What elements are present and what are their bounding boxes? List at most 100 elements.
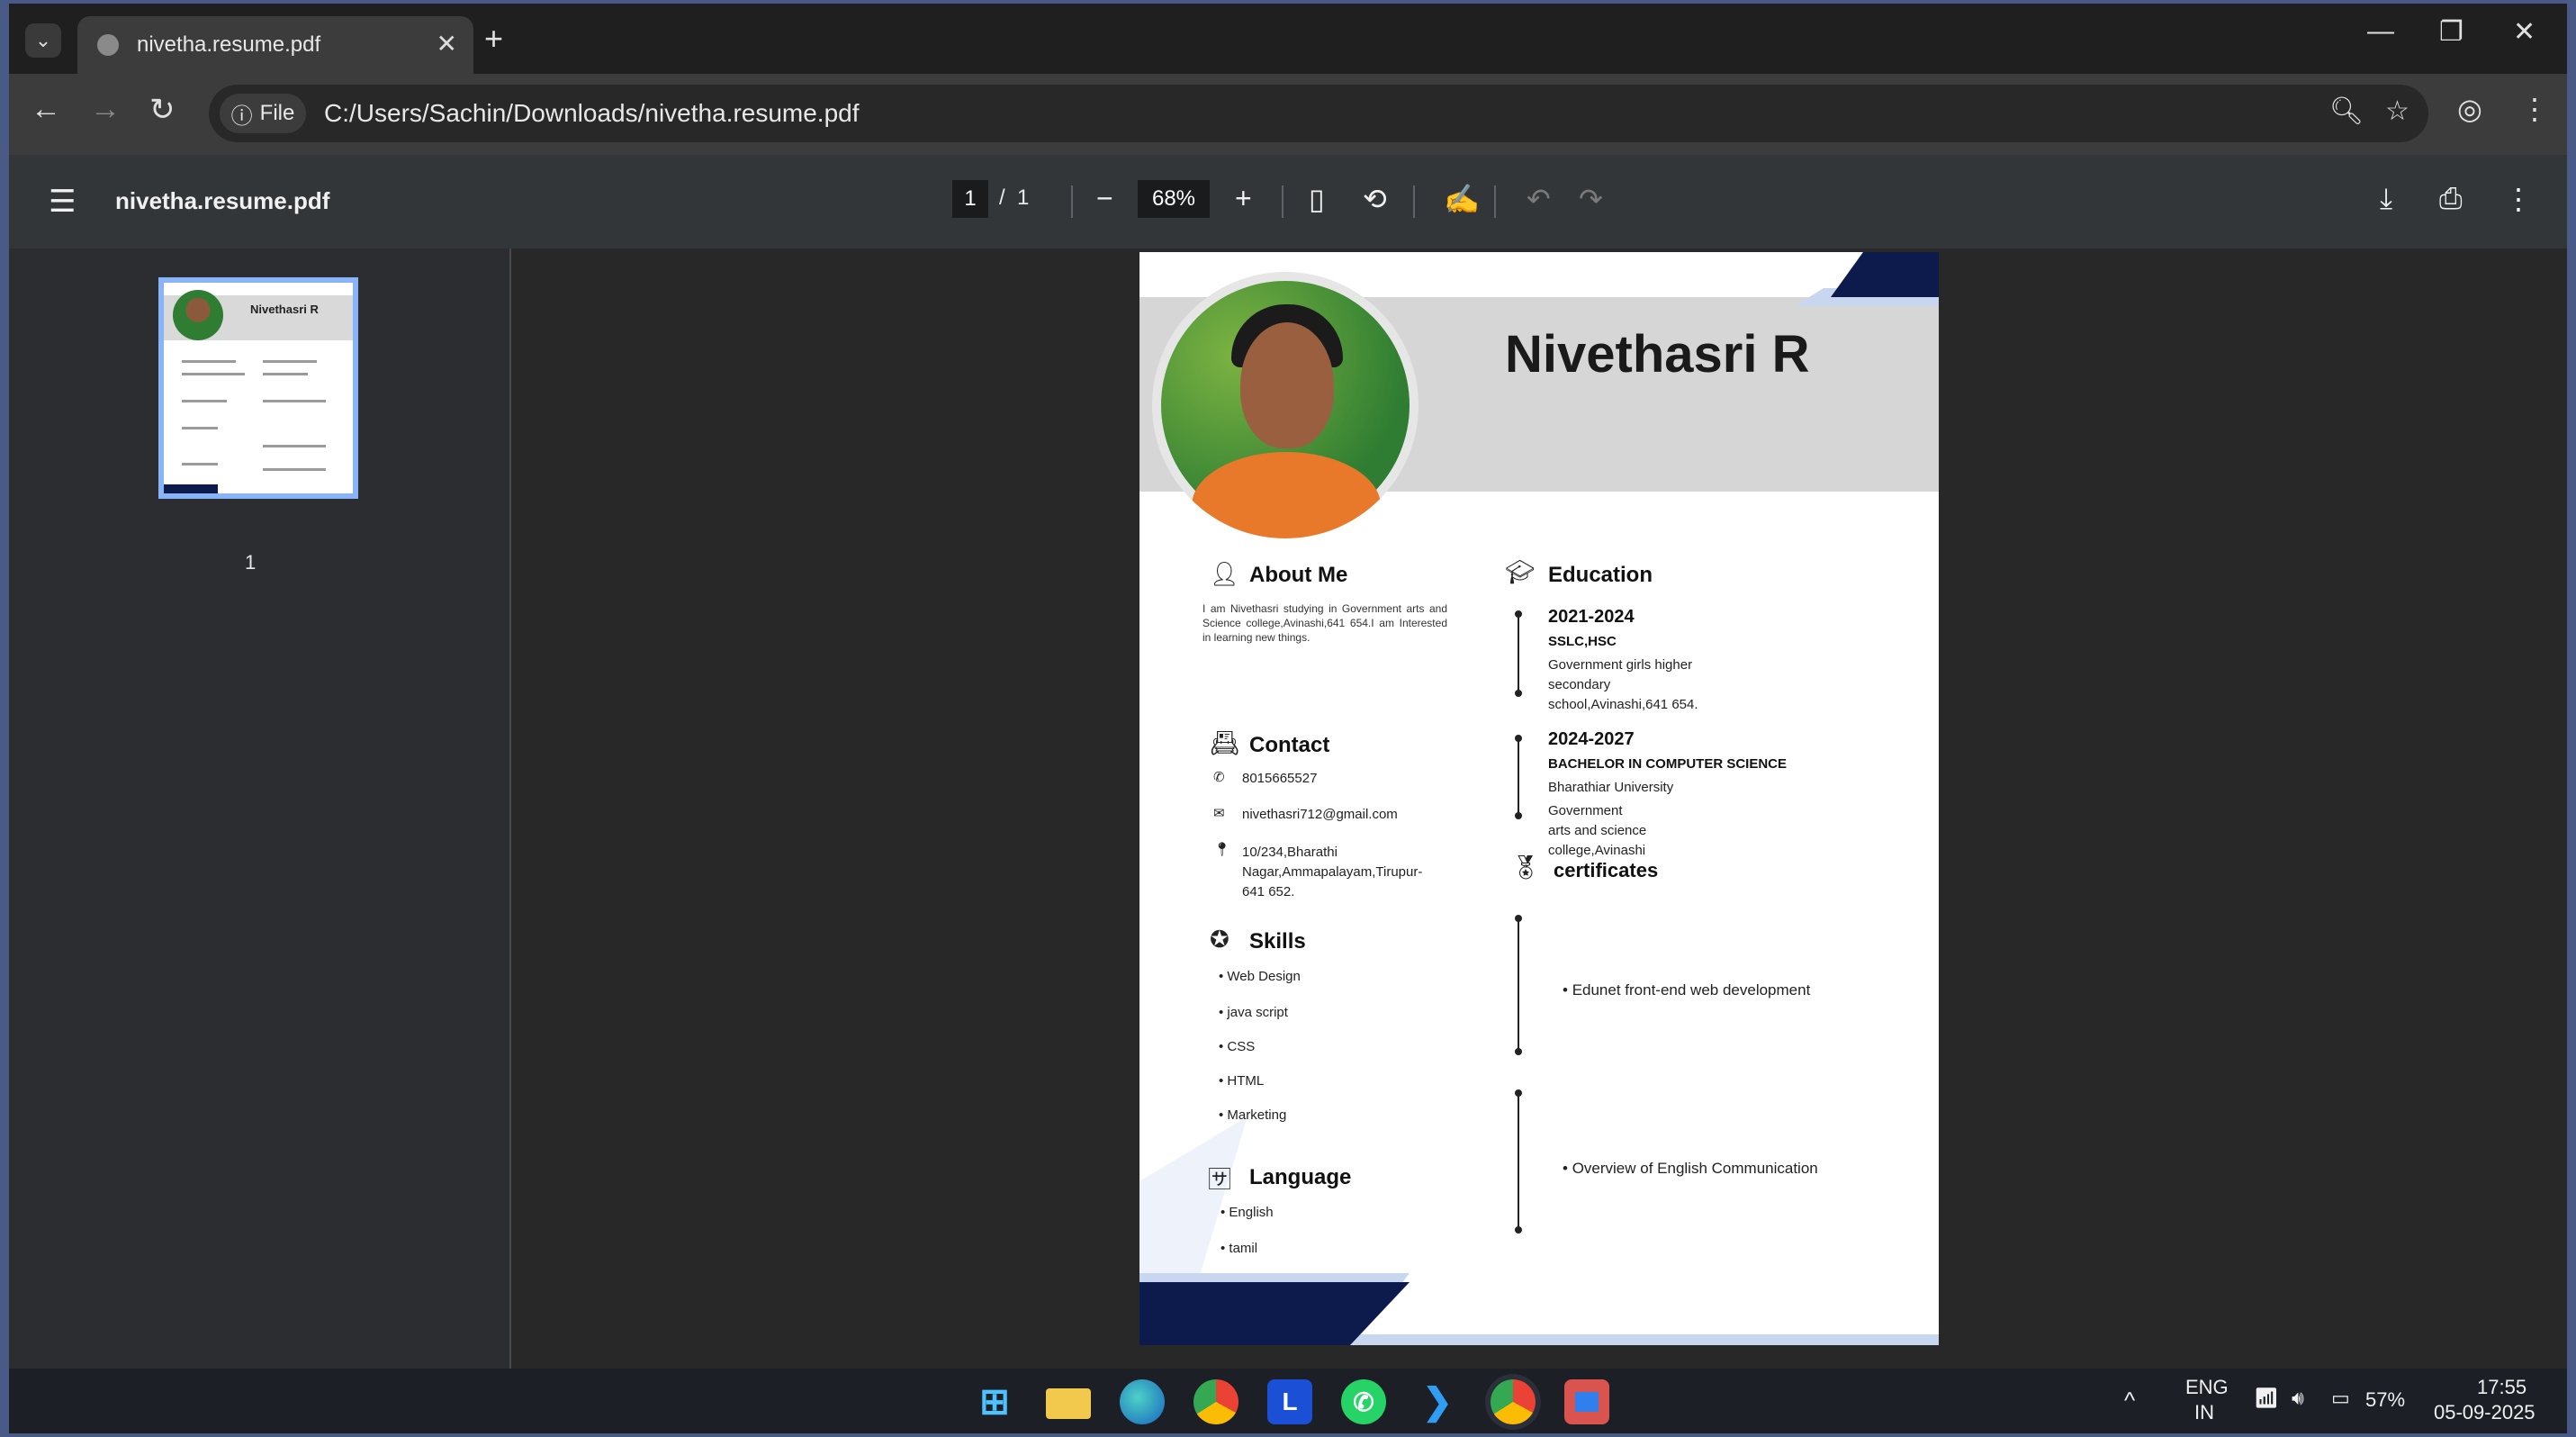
skills-badge-icon: ✪ [1210, 926, 1229, 953]
forward-button[interactable]: → [90, 92, 121, 127]
timeline-dot [1515, 1226, 1522, 1234]
education-line: Government girls higher [1548, 657, 1693, 673]
fit-page-icon[interactable]: ▯ [1309, 182, 1325, 216]
bookmark-star-icon[interactable]: ☆ [2385, 95, 2409, 127]
page-count: / 1 [999, 185, 1030, 210]
clock-time[interactable]: 17:55 [2477, 1376, 2526, 1399]
language-indicator-bottom[interactable]: IN [2194, 1401, 2214, 1424]
thumbnail-sidebar: Nivethasri R 1 [9, 249, 511, 1369]
tab-strip: ⌄ nivetha.resume.pdf ✕ + — ❐ ✕ [9, 4, 2567, 74]
thumbnail-line [182, 373, 245, 375]
thumbnail-line [263, 445, 326, 447]
reload-button[interactable]: ↻ [149, 92, 176, 128]
thumbnail-line [263, 373, 308, 375]
undo-icon[interactable]: ↶ [1527, 182, 1551, 216]
minimize-button[interactable]: — [2367, 16, 2394, 47]
education-years: 2024-2027 [1548, 729, 1635, 749]
tab-search-button[interactable]: ⌄ [25, 23, 61, 58]
close-window-button[interactable]: ✕ [2513, 16, 2535, 48]
language-item: • English [1220, 1205, 1274, 1220]
phone-icon: ✆ [1213, 770, 1225, 785]
download-icon[interactable]: ⤓ [2380, 182, 2392, 216]
chrome-active-icon[interactable] [1491, 1379, 1536, 1424]
zoom-magnifier-icon[interactable]: 🔍︎ [2329, 95, 2364, 127]
whatsapp-icon[interactable]: ✆ [1341, 1379, 1386, 1424]
file-explorer-icon[interactable] [1046, 1388, 1091, 1419]
clock-date[interactable]: 05-09-2025 [2434, 1401, 2535, 1424]
resume-name: Nivethasri R [1505, 325, 1810, 384]
contact-email: nivethasri712@gmail.com [1242, 807, 1398, 822]
contact-address-line1: 10/234,Bharathi [1242, 845, 1338, 860]
thumbnail-line [263, 360, 317, 363]
language-indicator-top[interactable]: ENG [2185, 1376, 2229, 1399]
chrome-icon[interactable] [1193, 1379, 1238, 1424]
page-thumbnail[interactable]: Nivethasri R [158, 277, 358, 499]
windows-start-icon[interactable]: ⊞ [972, 1379, 1017, 1424]
l-app-icon[interactable]: L [1267, 1379, 1312, 1424]
restore-button[interactable]: ❐ [2439, 16, 2463, 48]
thumbnail-photo [173, 290, 223, 340]
language-item: • tamil [1220, 1241, 1258, 1256]
show-hidden-icons-chevron-icon[interactable]: ^ [2124, 1387, 2135, 1414]
toolbar-divider [1282, 185, 1283, 218]
site-info-label: File [259, 101, 295, 125]
hamburger-menu-icon[interactable]: ☰ [49, 184, 76, 220]
site-info-chip[interactable]: ⓘ File [220, 94, 306, 133]
volume-icon[interactable]: 🔊︎ [2292, 1387, 2304, 1410]
timeline-dot [1515, 1089, 1522, 1097]
timeline-dot [1515, 735, 1522, 742]
certificate-item: • Edunet front-end web development [1563, 981, 1811, 999]
thumbnail-line [182, 427, 218, 429]
skill-item: • Marketing [1219, 1107, 1287, 1123]
back-button[interactable]: ← [31, 92, 61, 127]
tab-close-button[interactable]: ✕ [437, 29, 457, 59]
skill-item: • HTML [1219, 1073, 1265, 1089]
page-number-input[interactable]: 1 [952, 180, 988, 218]
annotate-pen-icon[interactable]: ✍ [1444, 182, 1480, 216]
timeline-line [1518, 614, 1519, 693]
vscode-icon[interactable]: ❯ [1415, 1379, 1460, 1424]
education-line: school,Avinashi,641 654. [1548, 697, 1698, 712]
timeline-dot [1515, 610, 1522, 618]
zoom-in-icon[interactable]: + [1235, 182, 1252, 215]
pdf-viewer-app-icon[interactable] [1564, 1379, 1609, 1424]
zoom-out-icon[interactable]: − [1096, 182, 1113, 215]
toolbar-divider [1071, 185, 1073, 218]
language-title: Language [1249, 1165, 1352, 1189]
edge-icon[interactable] [1120, 1379, 1165, 1424]
address-bar[interactable]: ⓘ File C:/Users/Sachin/Downloads/nivetha… [209, 85, 2428, 142]
rotate-icon[interactable]: ⟲ [1363, 182, 1387, 216]
tab-title: nivetha.resume.pdf [137, 32, 321, 57]
education-line: Government [1548, 803, 1623, 818]
education-line: secondary [1548, 677, 1611, 692]
toolbar-divider [1494, 185, 1496, 218]
windows-taskbar: ⊞ L ✆ ❯ ^ ENG IN 📶︎ 🔊︎ ▭ 57% 17:55 05-09… [9, 1369, 2567, 1433]
certificate-award-icon: 🏅︎ [1510, 854, 1541, 881]
redo-icon[interactable]: ↷ [1579, 182, 1603, 216]
contact-phone: 8015665527 [1242, 771, 1318, 786]
education-degree: SSLC,HSC [1548, 634, 1617, 649]
education-line: Bharathiar University [1548, 780, 1674, 795]
pdf-more-menu-icon[interactable]: ⋮ [2504, 182, 2533, 216]
education-years: 2021-2024 [1548, 607, 1635, 627]
contact-address-line2: Nagar,Ammapalayam,Tirupur- [1242, 864, 1423, 880]
timeline-line [1518, 738, 1519, 816]
language-icon: 🈂︎ [1208, 1166, 1232, 1193]
battery-icon[interactable]: ▭ [2331, 1387, 2350, 1410]
zoom-level-input[interactable]: 68% [1138, 180, 1210, 218]
print-icon[interactable]: ⎙ [2439, 182, 2463, 216]
battery-percent: 57% [2365, 1388, 2406, 1411]
tab-active[interactable]: nivetha.resume.pdf ✕ [77, 16, 473, 74]
chevron-down-icon: ⌄ [34, 29, 52, 51]
url-text[interactable]: C:/Users/Sachin/Downloads/nivetha.resume… [324, 99, 860, 128]
education-degree: BACHELOR IN COMPUTER SCIENCE [1548, 756, 1788, 772]
thumbnail-footer [164, 484, 218, 493]
browser-menu-icon[interactable]: ⋮ [2520, 92, 2549, 126]
person-icon: 👤︎ [1210, 560, 1240, 587]
profile-icon[interactable]: ◎ [2457, 92, 2482, 126]
wifi-icon[interactable]: 📶︎ [2254, 1387, 2279, 1410]
new-tab-button[interactable]: + [484, 20, 503, 58]
timeline-dot [1515, 812, 1522, 819]
browser-window: ⌄ nivetha.resume.pdf ✕ + — ❐ ✕ ← → ↻ ⓘ F… [9, 4, 2567, 1433]
thumbnail-page-number: 1 [245, 551, 257, 574]
